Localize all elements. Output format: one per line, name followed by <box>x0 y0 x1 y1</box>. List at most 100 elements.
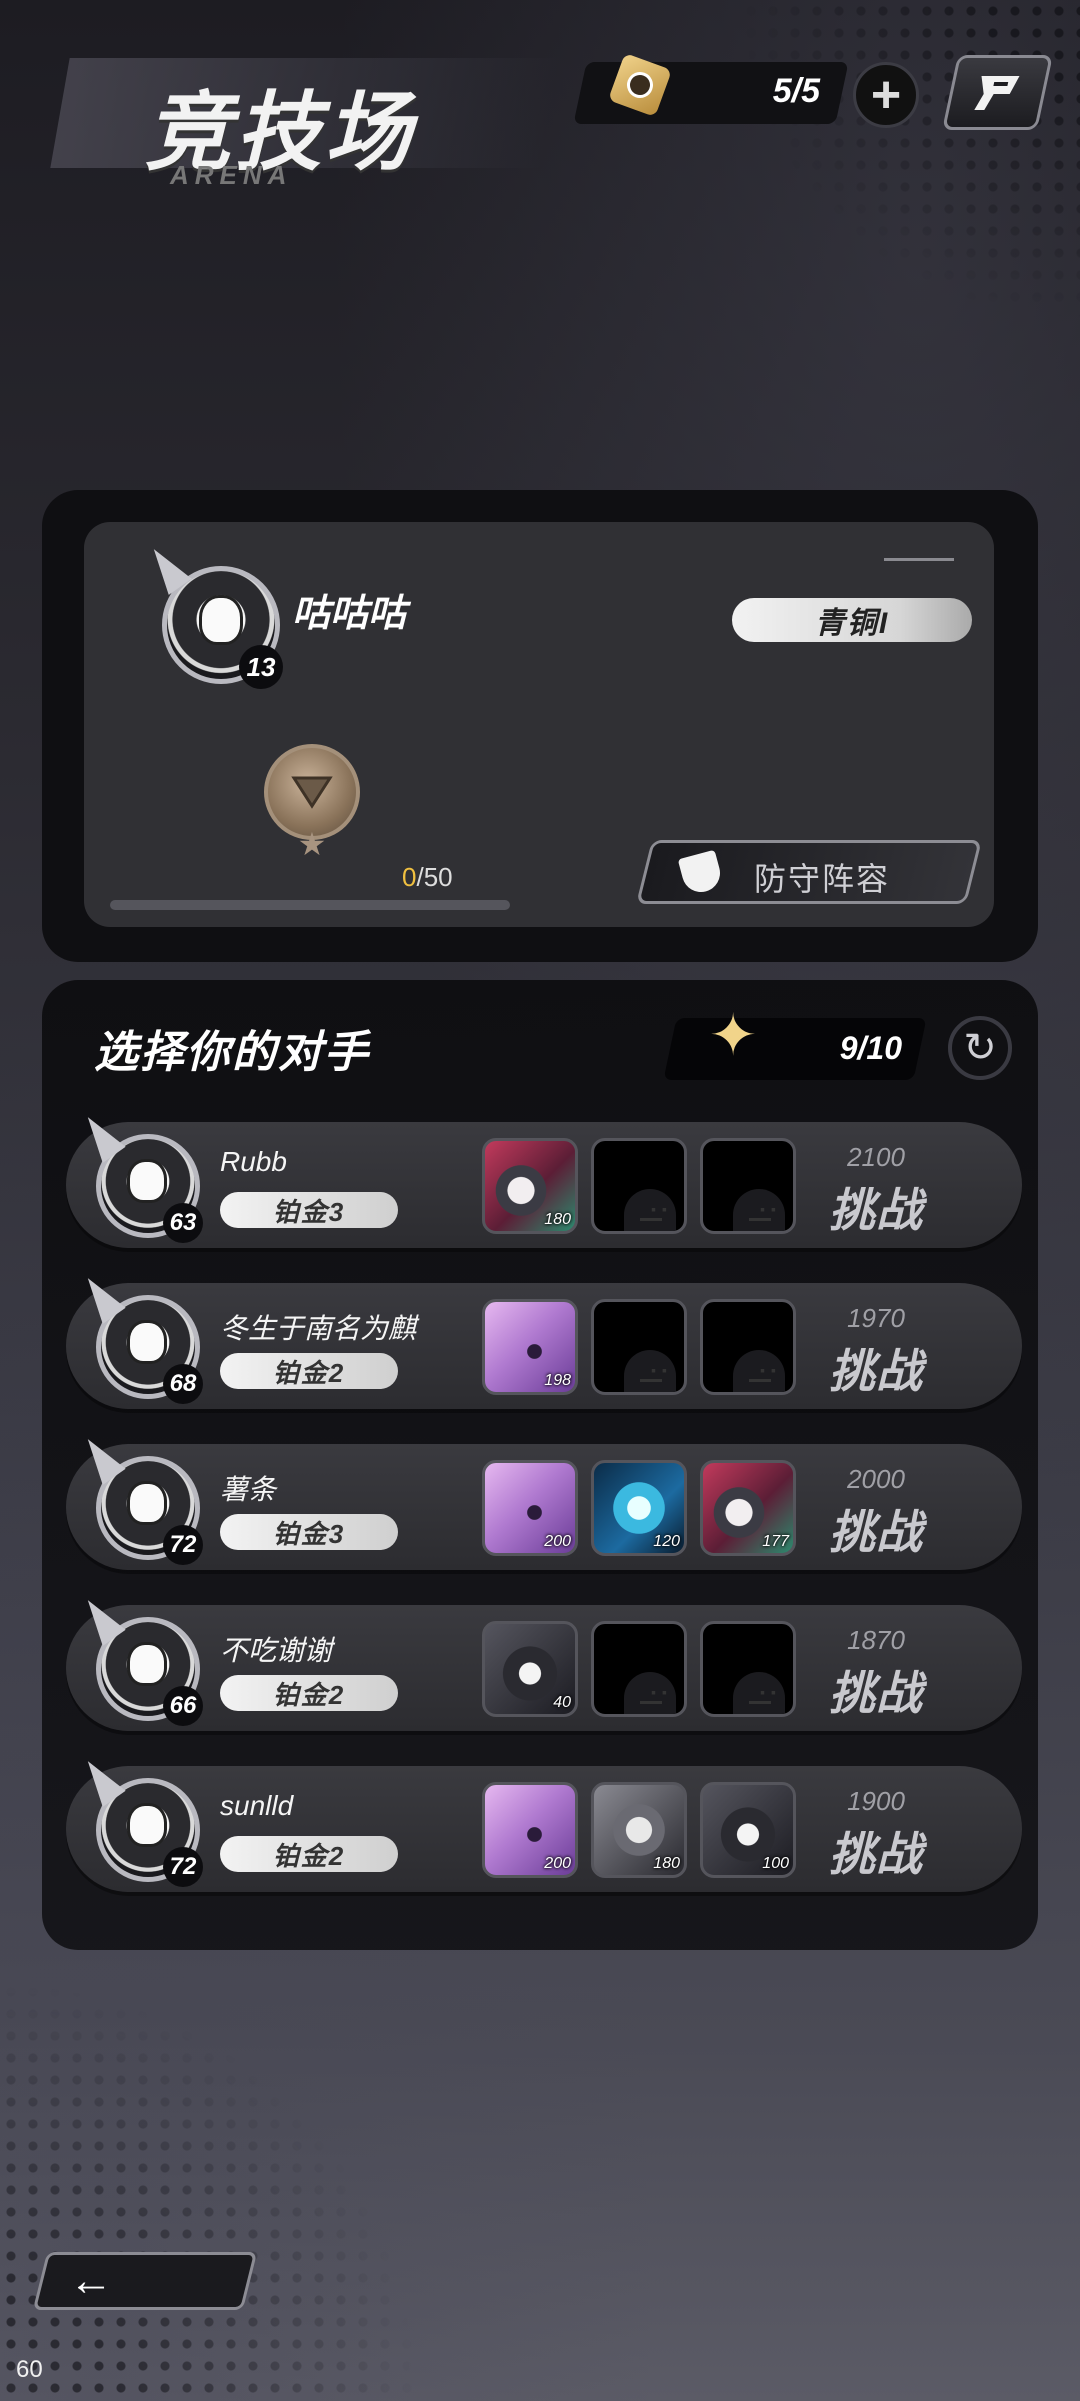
progress-total: /50 <box>416 862 453 892</box>
opponent-row: 63 Rubb 铂金3 180 2100挑战 <box>66 1122 1022 1248</box>
placeholder-face-icon <box>749 1701 771 1704</box>
opponent-row: 72 薯条铂金3 200 120 177 2000 挑战 <box>66 1444 1022 1570</box>
opponent-score: 1970 <box>847 1303 905 1333</box>
opponent-avatar[interactable]: 72 <box>96 1778 203 1887</box>
team-member-portrait: 198 <box>482 1299 578 1395</box>
opponent-level: 66 <box>163 1686 203 1726</box>
avatar-face <box>127 1642 167 1686</box>
opponent-rank-badge: 铂金3 <box>220 1514 398 1550</box>
player-rank-badge: 青铜I <box>732 598 972 642</box>
opponent-level: 72 <box>163 1525 203 1565</box>
opponent-name: 冬生于南名为麒 <box>220 1313 417 1344</box>
divider <box>884 558 954 561</box>
challenge-button[interactable]: 挑战 <box>806 1818 946 1884</box>
fps-counter: 60 <box>16 2356 43 2383</box>
opponent-rank-badge: 铂金2 <box>220 1836 398 1872</box>
empty-team-slot <box>591 1621 687 1717</box>
opponent-avatar[interactable]: 63 <box>96 1134 203 1243</box>
opponent-avatar[interactable]: 66 <box>96 1617 203 1726</box>
player-panel: 13 咕咕咕 青铜I ★ 0/50 防守阵容 <box>42 490 1038 962</box>
placeholder-face-icon <box>640 1218 662 1221</box>
opponent-level: 68 <box>163 1364 203 1404</box>
opponent-avatar[interactable]: 68 <box>96 1295 203 1404</box>
player-avatar[interactable]: 13 <box>162 566 283 689</box>
challenge-button[interactable]: 挑战 <box>806 1174 946 1240</box>
empty-team-slot <box>591 1299 687 1395</box>
opponent-level: 72 <box>163 1847 203 1887</box>
team-member-power: 198 <box>544 1372 571 1389</box>
opponent-rank-badge: 铂金2 <box>220 1353 398 1389</box>
opponent-score: 2100 <box>847 1142 905 1172</box>
share-button[interactable] <box>942 55 1053 130</box>
page-subtitle: ARENA <box>170 160 293 190</box>
opponent-level: 63 <box>163 1203 203 1243</box>
opponent-row: 68 冬生于南名为麒铂金2 198 1970挑战 <box>66 1283 1022 1409</box>
opponent-score: 2000 <box>847 1464 905 1494</box>
avatar-face <box>127 1481 167 1525</box>
team-member-power: 200 <box>544 1855 571 1872</box>
player-name: 咕咕咕 <box>292 593 407 635</box>
empty-team-slot <box>700 1621 796 1717</box>
placeholder-face-icon <box>749 1218 771 1221</box>
dot-texture-top <box>740 0 1080 320</box>
team-member-portrait: 177 <box>700 1460 796 1556</box>
avatar-face <box>127 1320 167 1364</box>
avatar-face <box>127 1803 167 1847</box>
placeholder-face-icon <box>640 1701 662 1704</box>
defense-lineup-label: 防守阵容 <box>754 861 891 897</box>
dot-texture-bottom <box>0 1981 420 2401</box>
rank-progress-bar <box>110 900 510 910</box>
placeholder-face-icon <box>640 1379 662 1382</box>
refresh-opponents-button[interactable]: ↻ <box>948 1016 1012 1080</box>
opponent-section-title: 选择你的对手 <box>94 1028 370 1077</box>
team-member-portrait: 180 <box>591 1782 687 1878</box>
challenge-button[interactable]: 挑战 <box>806 1657 946 1723</box>
team-member-portrait: 200 <box>482 1782 578 1878</box>
empty-team-slot <box>591 1138 687 1234</box>
opponent-row: 66 不吃谢谢铂金2 40 1870挑战 <box>66 1605 1022 1731</box>
back-button[interactable]: ← <box>32 2252 258 2310</box>
plus-icon: + <box>870 66 902 124</box>
opponent-rank-badge: 铂金3 <box>220 1192 398 1228</box>
back-arrow-icon: ← <box>69 2256 113 2305</box>
player-card: 13 咕咕咕 青铜I ★ 0/50 防守阵容 <box>84 522 994 927</box>
rank-progress-text: 0/50 <box>402 862 453 893</box>
challenge-button[interactable]: 挑战 <box>806 1496 946 1562</box>
avatar-face <box>199 595 243 645</box>
team-member-power: 180 <box>653 1855 680 1872</box>
progress-current: 0 <box>402 862 417 892</box>
ticket-count: 5/5 <box>772 72 820 110</box>
player-level: 13 <box>239 645 283 689</box>
opponent-rank-badge: 铂金2 <box>220 1675 398 1711</box>
team-member-power: 177 <box>762 1533 789 1550</box>
opponent-avatar[interactable]: 72 <box>96 1456 203 1565</box>
team-member-power: 200 <box>544 1533 571 1550</box>
team-member-portrait: 200 <box>482 1460 578 1556</box>
opponent-name: Rubb <box>220 1146 287 1177</box>
opponent-name: 薯条 <box>220 1474 277 1505</box>
compass-star-icon: ✦ <box>708 1003 758 1068</box>
team-member-portrait: 180 <box>482 1138 578 1234</box>
opponent-panel: 选择你的对手 ✦ 9/10 ↻ 63Rubb铂金31802100挑战68冬生于南… <box>42 980 1038 1950</box>
empty-team-slot <box>700 1299 796 1395</box>
team-member-portrait: 40 <box>482 1621 578 1717</box>
arena-title-banner: 竞技场 ARENA <box>50 50 560 200</box>
refresh-icon: ↻ <box>963 1026 997 1070</box>
team-member-power: 120 <box>653 1533 680 1550</box>
opponent-name: 不吃谢谢 <box>220 1635 333 1666</box>
opponent-score: 1870 <box>847 1625 905 1655</box>
challenge-button[interactable]: 挑战 <box>806 1335 946 1401</box>
medal-star-icon: ★ <box>297 826 327 862</box>
share-icon <box>973 75 1020 110</box>
add-tickets-button[interactable]: + <box>853 62 919 128</box>
avatar-face <box>127 1159 167 1203</box>
opponent-row: 72 sunlld 铂金2 200 180 100 1900 挑战 <box>66 1766 1022 1892</box>
team-member-portrait: 100 <box>700 1782 796 1878</box>
opponent-name: sunlld <box>220 1790 294 1821</box>
team-member-power: 180 <box>544 1211 571 1228</box>
refresh-count: 9/10 <box>839 1030 902 1066</box>
team-member-portrait: 120 <box>591 1460 687 1556</box>
opponent-score: 1900 <box>847 1786 905 1816</box>
team-member-power: 40 <box>553 1694 571 1711</box>
team-member-power: 100 <box>762 1855 789 1872</box>
